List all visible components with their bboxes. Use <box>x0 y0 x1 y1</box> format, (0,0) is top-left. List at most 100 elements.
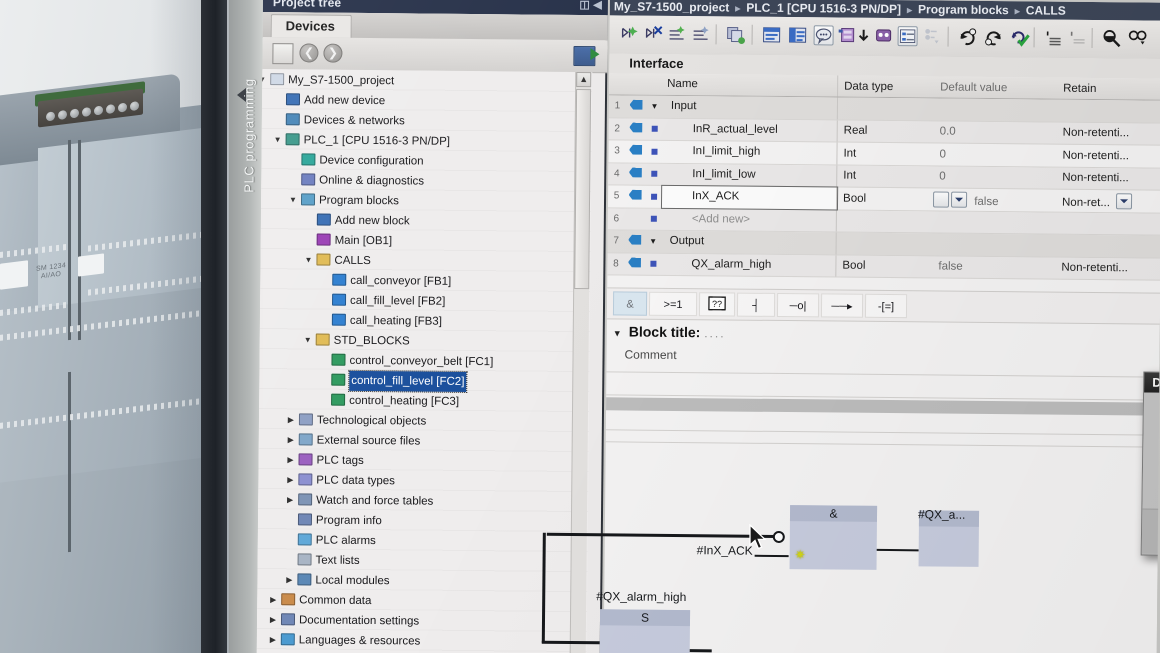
show-symbolic-icon[interactable] <box>788 25 808 45</box>
cell-retain[interactable] <box>1056 223 1160 224</box>
expand-all-icon[interactable] <box>1044 27 1064 47</box>
cell-datatype[interactable]: Bool <box>836 260 928 273</box>
tree-scrollbar-thumb[interactable] <box>574 89 592 290</box>
cell-datatype[interactable]: Int <box>837 170 929 183</box>
cell-name[interactable]: <Add new> <box>661 208 837 232</box>
redo-icon[interactable] <box>958 27 978 47</box>
twisty-collapsed-icon[interactable]: ▶ <box>282 570 296 590</box>
twisty-expanded-icon[interactable]: ▼ <box>301 330 315 350</box>
cell-name[interactable]: InR_actual_level <box>662 118 838 142</box>
show-absolute-icon[interactable] <box>762 25 782 45</box>
twisty-collapsed-icon[interactable]: ▶ <box>283 490 297 510</box>
instr-assignment[interactable]: -[=] <box>864 293 908 319</box>
comments-icon[interactable] <box>813 25 834 46</box>
cell-datatype[interactable] <box>837 243 929 244</box>
search-icon[interactable] <box>1102 28 1122 48</box>
row-twisty-icon[interactable]: ▼ <box>646 102 663 111</box>
twisty-collapsed-icon[interactable]: ▶ <box>283 450 297 470</box>
download-block-icon[interactable] <box>838 26 858 46</box>
twisty-expanded-icon[interactable]: ▼ <box>271 130 285 150</box>
panel-window-controls[interactable]: ◫ ◀ <box>579 0 602 11</box>
twisty-collapsed-icon[interactable]: ▶ <box>284 410 298 430</box>
tab-devices[interactable]: Devices <box>270 14 352 38</box>
breadcrumb-item[interactable]: My_S7-1500_project <box>614 0 730 14</box>
cell-default-value[interactable]: 0 <box>929 148 1056 161</box>
twisty-collapsed-icon[interactable]: ▶ <box>266 590 280 610</box>
operand-label-inx-ack[interactable]: #InX_ACK <box>697 543 753 558</box>
twisty-collapsed-icon[interactable]: ▶ <box>266 630 280 650</box>
insert-branch-icon[interactable] <box>668 24 688 44</box>
cell-retain[interactable] <box>1057 110 1160 111</box>
collapse-caret-icon[interactable]: ▼ <box>613 328 622 338</box>
monitor-glasses-icon[interactable] <box>874 26 894 46</box>
twisty-collapsed-icon[interactable]: ▶ <box>283 470 297 490</box>
cell-name[interactable]: InI_limit_low <box>662 163 838 187</box>
operand-label-qx-a[interactable]: #QX_a... <box>918 507 966 521</box>
new-document-icon[interactable] <box>272 43 294 65</box>
export-table-icon[interactable] <box>573 45 596 67</box>
chevron-down-icon[interactable] <box>1115 192 1133 210</box>
value-list-icon[interactable] <box>932 191 950 208</box>
twisty-expanded-icon[interactable]: ▼ <box>286 190 300 210</box>
operand-label-qx-alarm-high[interactable]: #QX_alarm_high <box>596 589 686 604</box>
layout-icon[interactable] <box>897 26 918 47</box>
twisty-expanded-icon[interactable]: ▼ <box>301 250 315 270</box>
block-comment-label[interactable]: Comment <box>624 347 676 361</box>
find-replace-icon[interactable] <box>1128 28 1148 48</box>
cell-default-value[interactable] <box>929 244 1056 245</box>
cell-name[interactable]: Output <box>661 230 837 255</box>
cell-name[interactable]: InI_limit_high <box>662 140 838 165</box>
breadcrumb-item[interactable]: PLC_1 [CPU 1516-3 PN/DP] <box>746 1 901 16</box>
breadcrumb-item[interactable]: Program blocks <box>918 2 1009 17</box>
cell-datatype[interactable] <box>837 221 929 222</box>
instr-normally-open[interactable]: ┤ <box>736 292 776 317</box>
cell-retain[interactable]: Non-retenti... <box>1056 172 1160 185</box>
instr-normally-closed[interactable]: ─o| <box>776 292 820 318</box>
collapse-all-icon[interactable] <box>1068 28 1088 48</box>
navigate-forward-icon[interactable]: ❯ <box>323 43 343 63</box>
instr-unknown[interactable]: ?? <box>698 292 736 317</box>
instr-output-coil[interactable]: ──▸ <box>820 293 864 318</box>
chevron-down-icon[interactable] <box>950 191 968 208</box>
tree-item[interactable]: ▶ Languages & resources <box>257 630 587 653</box>
cell-retain[interactable] <box>1056 245 1160 246</box>
undo-icon[interactable] <box>984 27 1004 47</box>
cell-default-value[interactable]: 0 <box>929 171 1056 184</box>
instr-and[interactable]: & <box>612 291 648 316</box>
navigate-back-icon[interactable]: ❮ <box>299 43 319 63</box>
twisty-collapsed-icon[interactable]: ▶ <box>266 610 280 630</box>
cell-default-value[interactable]: false <box>929 191 1056 208</box>
instr-or[interactable]: >=1 <box>648 291 698 317</box>
col-datatype[interactable]: Data type <box>838 80 930 93</box>
compile-icon[interactable] <box>1010 27 1030 47</box>
cell-name[interactable]: InX_ACK <box>660 184 839 211</box>
cell-default-value[interactable]: 0.0 <box>930 126 1057 139</box>
twisty-collapsed-icon[interactable]: ▶ <box>284 430 298 450</box>
cell-retain[interactable]: Non-ret... <box>1056 192 1160 210</box>
define-password-dialog[interactable]: Define Password ✕ Define password: New p… <box>1140 371 1160 562</box>
cell-datatype[interactable]: Real <box>838 125 930 138</box>
cell-retain[interactable]: Non-retenti... <box>1055 262 1160 275</box>
breadcrumb-item[interactable]: CALLS <box>1026 3 1066 17</box>
cell-retain[interactable]: Non-retenti... <box>1056 149 1160 162</box>
table-row[interactable]: 8 QX_alarm_high Bool false Non-retenti... <box>607 252 1160 281</box>
col-name[interactable]: Name <box>663 73 839 97</box>
close-branch-icon[interactable] <box>692 24 712 44</box>
cell-datatype[interactable]: Int <box>837 147 929 160</box>
copy-blocks-icon[interactable] <box>726 24 746 44</box>
set-instruction-box[interactable]: S <box>599 609 691 653</box>
row-twisty-icon[interactable]: ▼ <box>645 237 662 246</box>
cell-name[interactable]: QX_alarm_high <box>661 253 837 277</box>
cell-name[interactable]: Input <box>662 95 839 120</box>
cell-default-value[interactable]: false <box>928 261 1055 274</box>
cell-datatype[interactable] <box>838 108 930 109</box>
cell-datatype[interactable]: Bool <box>837 192 929 205</box>
cell-default-value[interactable] <box>930 109 1057 110</box>
block-title-value[interactable]: .... <box>704 326 725 340</box>
cell-default-value[interactable] <box>929 222 1056 223</box>
delete-network-icon[interactable] <box>644 24 664 44</box>
col-defaultvalue[interactable]: Default value <box>930 81 1057 94</box>
tree-scroll-up-icon[interactable]: ▲ <box>576 72 592 88</box>
col-retain[interactable]: Retain <box>1057 82 1160 95</box>
insert-network-icon[interactable] <box>620 23 640 43</box>
